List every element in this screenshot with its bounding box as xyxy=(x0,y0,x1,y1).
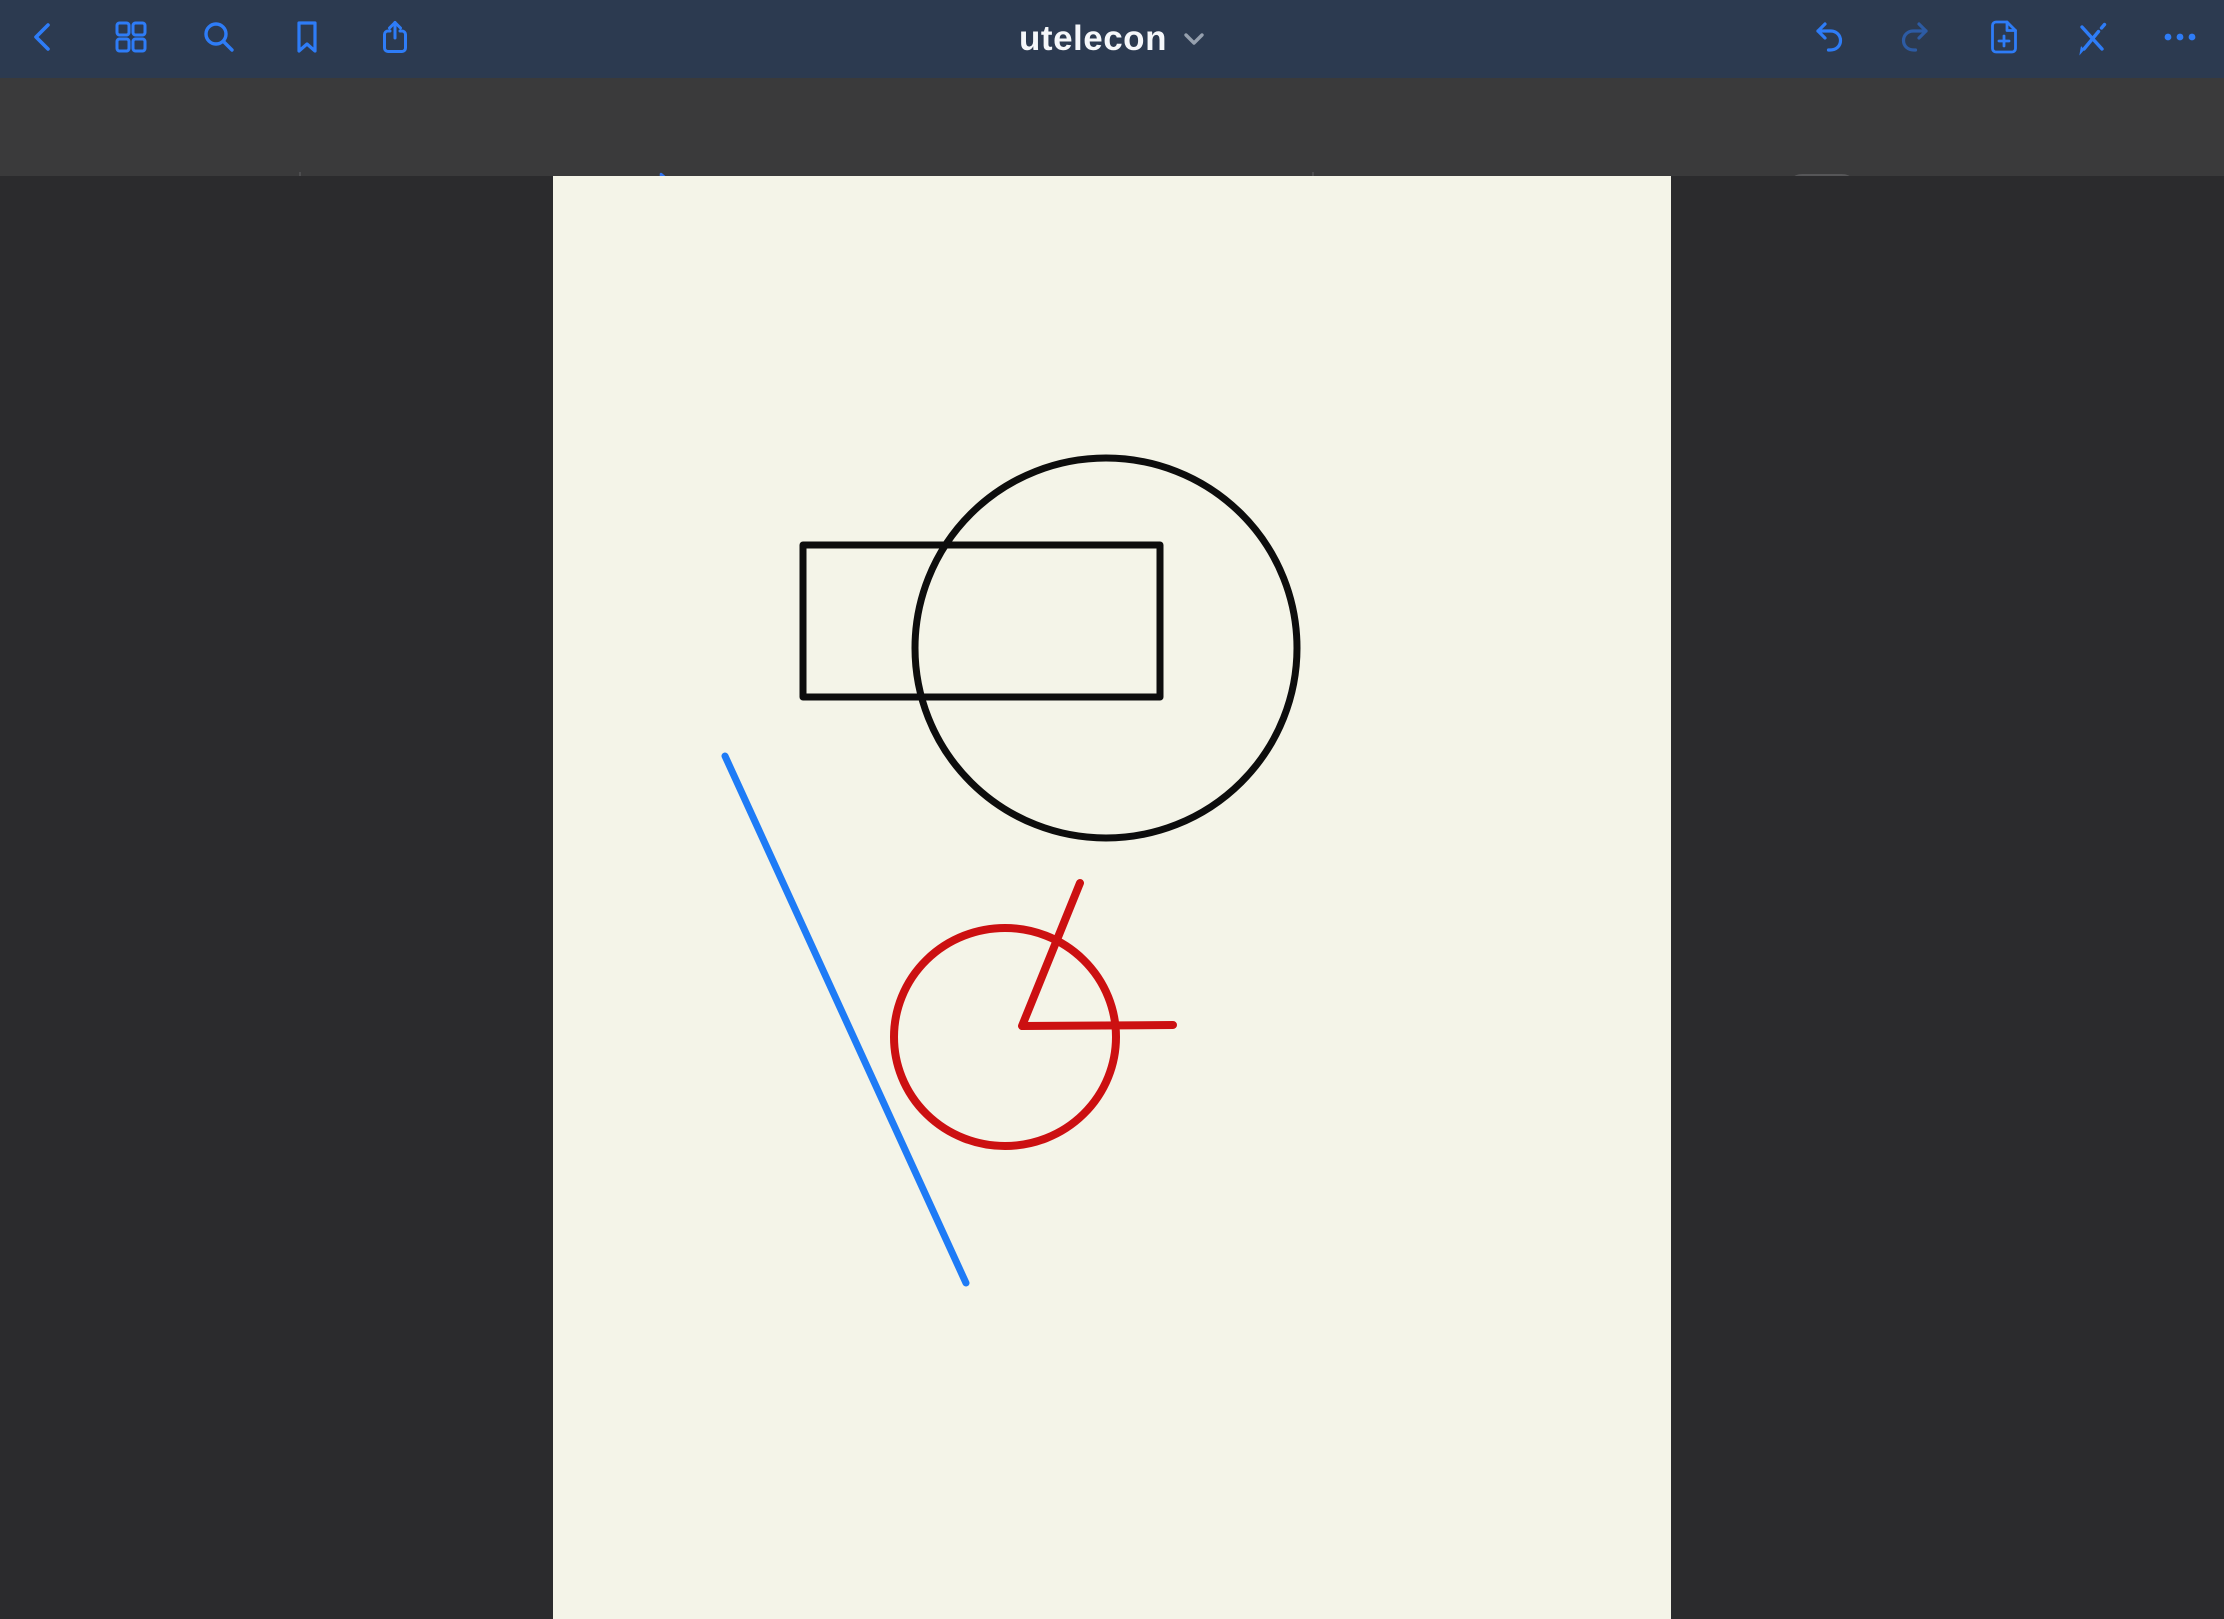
add-page-button[interactable] xyxy=(1984,17,2024,57)
document-title-menu[interactable]: utelecon xyxy=(1019,19,1205,59)
more-button[interactable] xyxy=(2160,17,2200,57)
drawing-canvas-page[interactable] xyxy=(553,176,1671,1619)
thumbnails-button[interactable] xyxy=(111,17,151,57)
black-circle[interactable] xyxy=(915,458,1297,838)
goodnotes-app-window: utelecon a xyxy=(0,0,2224,1619)
add-page-icon xyxy=(1985,18,2023,56)
back-button[interactable] xyxy=(23,17,63,57)
bookmark-icon xyxy=(289,19,325,55)
back-icon xyxy=(25,19,61,55)
bookmark-button[interactable] xyxy=(287,17,327,57)
search-button[interactable] xyxy=(199,17,239,57)
share-icon xyxy=(377,19,413,55)
redo-icon xyxy=(1897,18,1935,56)
page-title: utelecon xyxy=(1019,19,1167,59)
canvas-area xyxy=(0,176,2224,1619)
undo-button[interactable] xyxy=(1808,17,1848,57)
read-only-toggle-button[interactable] xyxy=(2072,17,2112,57)
nav-left-group xyxy=(23,17,415,57)
nav-bar: utelecon xyxy=(0,0,2224,78)
pencil-cross-icon xyxy=(2073,18,2111,56)
blue-line[interactable] xyxy=(725,756,966,1283)
red-circle[interactable] xyxy=(894,928,1116,1146)
chevron-down-icon xyxy=(1183,32,1205,46)
thumbnails-grid-icon xyxy=(113,19,149,55)
nav-right-group xyxy=(1808,17,2200,57)
share-button[interactable] xyxy=(375,17,415,57)
redo-button[interactable] xyxy=(1896,17,1936,57)
black-rectangle[interactable] xyxy=(803,545,1160,697)
search-icon xyxy=(201,19,237,55)
more-icon xyxy=(2161,18,2199,56)
red-angle-stroke[interactable] xyxy=(1022,883,1173,1026)
tool-bar: a xyxy=(0,78,2224,176)
undo-icon xyxy=(1809,18,1847,56)
